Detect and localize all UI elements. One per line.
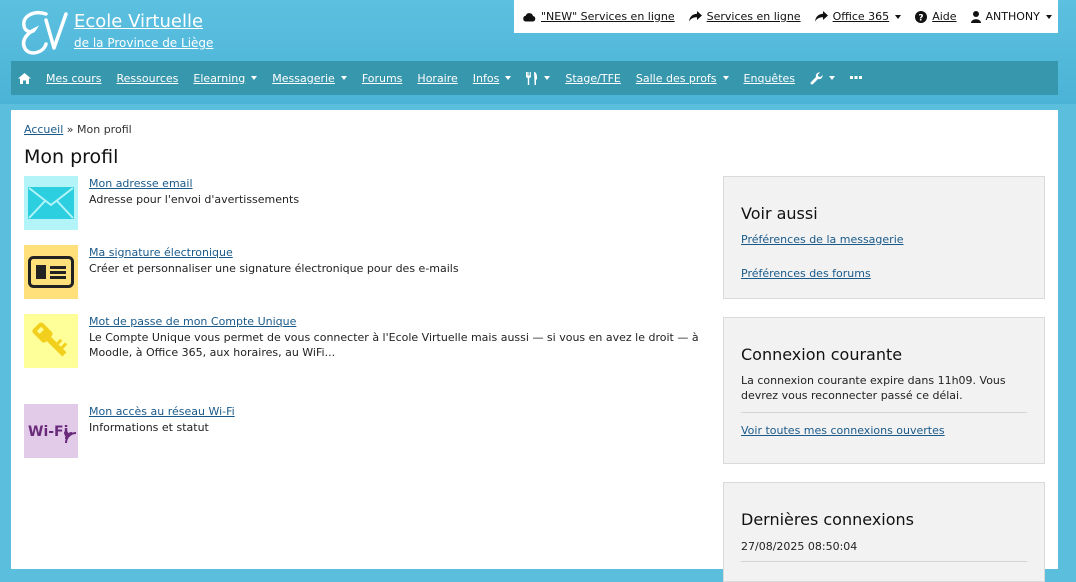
- current-connection-text: La connexion courante expire dans 11h09.…: [741, 374, 1006, 402]
- see-also-title: Voir aussi: [741, 204, 818, 223]
- breadcrumb-separator: »: [66, 123, 74, 136]
- last-connections-title: Dernières connexions: [741, 510, 914, 529]
- nav-label: Elearning: [193, 71, 246, 85]
- topbar-label: Aide: [932, 10, 957, 23]
- site-subtitle[interactable]: de la Province de Liège: [74, 36, 213, 50]
- nav-label: Ressources: [116, 71, 179, 85]
- topbar-label: Office 365: [832, 10, 890, 23]
- breadcrumb-home-link[interactable]: Accueil: [24, 123, 63, 136]
- signature-settings-link[interactable]: Ma signature électronique: [89, 246, 233, 259]
- id-card-icon: [28, 256, 74, 288]
- home-icon: [18, 72, 31, 84]
- nav-label: Salle des profs: [635, 71, 717, 85]
- utensils-icon: [526, 71, 538, 85]
- nav-elearning[interactable]: Elearning: [193, 71, 258, 85]
- topbar-label: "NEW" Services en ligne: [541, 10, 675, 23]
- nav-more[interactable]: [850, 76, 863, 80]
- ellipsis-icon: [850, 76, 863, 79]
- share-icon: [814, 11, 828, 22]
- profile-icon-tile[interactable]: [24, 245, 78, 299]
- key-icon: [32, 322, 68, 357]
- topbar-label: Services en ligne: [706, 10, 801, 23]
- chevron-down-icon: [251, 76, 258, 80]
- nav-label: Enquêtes: [743, 71, 796, 85]
- nav-label: Messagerie: [272, 71, 335, 85]
- password-settings-description: Le Compte Unique vous permet de vous con…: [89, 331, 699, 359]
- top-utility-bar: "NEW" Services en ligne Services en lign…: [514, 0, 1058, 33]
- view-open-connections-link[interactable]: Voir toutes mes connexions ouvertes: [741, 424, 945, 437]
- nav-tools[interactable]: [810, 71, 836, 85]
- profile-icon-tile[interactable]: [24, 176, 78, 230]
- user-icon: [970, 10, 981, 23]
- nav-home[interactable]: [18, 72, 31, 84]
- nav-label: Horaire: [417, 71, 458, 85]
- topbar-user-menu[interactable]: ANTHONY: [970, 10, 1052, 23]
- cloud-icon: [522, 12, 536, 22]
- wifi-icon: Wi-Fi: [28, 424, 76, 444]
- password-settings-link[interactable]: Mot de passe de mon Compte Unique: [89, 315, 296, 328]
- current-connection-panel: Connexion courante La connexion courante…: [723, 317, 1045, 464]
- nav-label: Stage/TFE: [565, 71, 621, 85]
- main-navigation: Mes cours Ressources Elearning Messageri…: [11, 61, 1058, 95]
- topbar-office365[interactable]: Office 365: [814, 10, 902, 23]
- wifi-settings-link[interactable]: Mon accès au réseau Wi-Fi: [89, 405, 235, 418]
- question-icon: ?: [915, 10, 928, 23]
- chevron-down-icon: [895, 14, 902, 19]
- nav-salle-des-profs[interactable]: Salle des profs: [636, 72, 729, 85]
- nav-label: Mes cours: [46, 71, 102, 85]
- topbar-new-services[interactable]: "NEW" Services en ligne: [522, 10, 675, 23]
- divider: [741, 561, 1027, 562]
- messaging-preferences-link[interactable]: Préférences de la messagerie: [741, 233, 904, 246]
- wrench-icon: [810, 71, 823, 84]
- wifi-settings-description: Informations et statut: [89, 421, 209, 434]
- forum-preferences-link[interactable]: Préférences des forums: [741, 267, 871, 280]
- breadcrumb: Accueil » Mon profil: [24, 123, 132, 136]
- svg-text:?: ?: [919, 13, 924, 23]
- nav-stage-tfe[interactable]: Stage/TFE: [565, 72, 621, 85]
- see-also-panel: Voir aussi Préférences de la messagerie …: [723, 176, 1045, 299]
- nav-restaurant[interactable]: [526, 71, 551, 85]
- profile-icon-tile[interactable]: [24, 314, 78, 368]
- share-icon: [688, 11, 702, 22]
- chevron-down-icon: [829, 76, 836, 80]
- chevron-down-icon: [505, 76, 512, 80]
- nav-enquetes[interactable]: Enquêtes: [744, 72, 795, 85]
- signature-settings-description: Créer et personnaliser une signature éle…: [89, 262, 459, 275]
- chevron-down-icon: [1045, 14, 1052, 19]
- current-connection-title: Connexion courante: [741, 345, 903, 364]
- site-title[interactable]: Ecole Virtuelle: [74, 11, 203, 32]
- nav-mes-cours[interactable]: Mes cours: [46, 72, 102, 85]
- email-settings-link[interactable]: Mon adresse email: [89, 177, 193, 190]
- nav-messagerie[interactable]: Messagerie: [272, 72, 347, 85]
- topbar-label: ANTHONY: [985, 10, 1040, 23]
- breadcrumb-current: Mon profil: [77, 123, 132, 136]
- email-settings-description: Adresse pour l'envoi d'avertissements: [89, 193, 300, 206]
- nav-ressources[interactable]: Ressources: [117, 72, 179, 85]
- main-content: Accueil » Mon profil Mon profil Mon adre…: [11, 110, 1058, 582]
- topbar-services[interactable]: Services en ligne: [688, 10, 801, 23]
- chevron-down-icon: [722, 76, 729, 80]
- last-connection-entry: 27/08/2025 08:50:04: [741, 540, 858, 553]
- nav-forums[interactable]: Forums: [362, 72, 403, 85]
- header: Ecole Virtuelle de la Province de Liège …: [0, 0, 1076, 104]
- logo-icon[interactable]: [16, 8, 70, 56]
- nav-label: Infos: [472, 71, 500, 85]
- wifi-icon-label: Wi-Fi: [28, 424, 68, 440]
- profile-icon-tile[interactable]: Wi-Fi: [24, 404, 78, 458]
- chevron-down-icon: [544, 76, 551, 80]
- last-connections-panel: Dernières connexions 27/08/2025 08:50:04: [723, 482, 1045, 582]
- envelope-icon: [28, 187, 74, 219]
- nav-horaire[interactable]: Horaire: [417, 72, 457, 85]
- nav-label: Forums: [361, 71, 403, 85]
- divider: [741, 412, 1027, 413]
- nav-infos[interactable]: Infos: [473, 72, 512, 85]
- topbar-help[interactable]: ? Aide: [915, 10, 957, 23]
- page-title: Mon profil: [24, 146, 119, 168]
- chevron-down-icon: [340, 76, 347, 80]
